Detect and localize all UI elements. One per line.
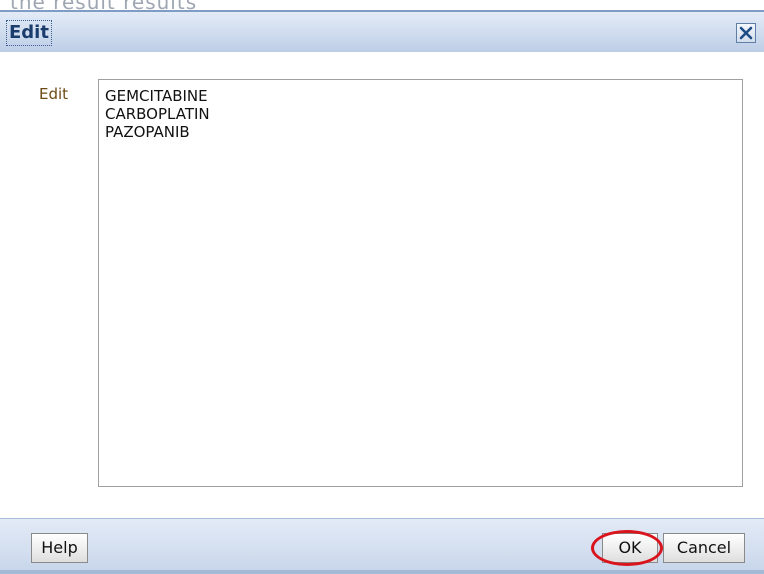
dialog-title-bar: Edit — [0, 10, 764, 52]
dialog-title: Edit — [6, 20, 52, 46]
ok-button[interactable]: OK — [602, 533, 658, 563]
edit-dialog: Edit Edit GEMCITABINE CARBOPLATIN PAZOPA… — [0, 10, 764, 574]
dialog-footer: Help OK Cancel — [0, 518, 764, 574]
cancel-button[interactable]: Cancel — [663, 533, 745, 563]
close-button[interactable] — [736, 23, 756, 43]
edit-field-label: Edit — [39, 85, 69, 103]
close-icon — [739, 26, 753, 40]
page: the result results Edit Edit GEMCITABINE… — [0, 0, 764, 574]
help-button[interactable]: Help — [31, 533, 88, 563]
edit-textarea[interactable]: GEMCITABINE CARBOPLATIN PAZOPANIB — [98, 79, 743, 487]
footer-bottom-border — [0, 570, 764, 574]
